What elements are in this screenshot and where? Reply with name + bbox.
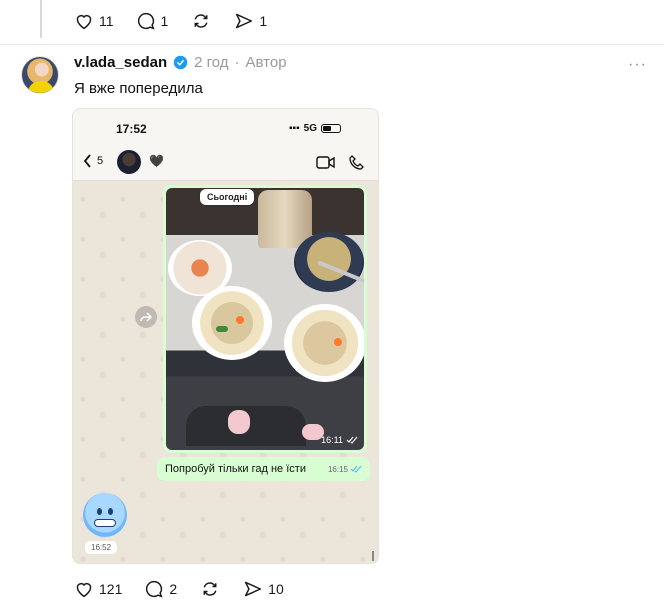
read-ticks-icon xyxy=(346,436,358,444)
top-action-bar: 11 1 1 xyxy=(74,12,267,30)
share-count: 10 xyxy=(268,581,284,597)
repost-icon xyxy=(203,582,217,596)
soup-plate-right xyxy=(284,304,364,382)
read-ticks-icon xyxy=(350,465,362,473)
author-label: Автор xyxy=(245,54,287,71)
emoji-eye xyxy=(108,508,113,515)
video-call-icon xyxy=(316,156,335,169)
phone-clock: 17:52 xyxy=(116,122,147,136)
pot-shape xyxy=(294,232,364,292)
network-indicator: ▪▪▪ 5G xyxy=(289,123,341,134)
avatar-figure xyxy=(28,81,54,93)
sock-shape xyxy=(228,410,250,434)
comment-count: 2 xyxy=(169,581,178,597)
share-count: 1 xyxy=(259,13,268,29)
message-time-label: 16:15 xyxy=(327,464,348,474)
comment-button[interactable]: 2 xyxy=(144,580,177,598)
back-button: 5 xyxy=(83,154,103,168)
post-text: Я вже попередила xyxy=(74,80,203,97)
repost-button[interactable] xyxy=(190,12,212,30)
post-header: v.lada_sedan 2 год · Автор xyxy=(74,54,287,71)
share-button[interactable]: 10 xyxy=(243,580,284,598)
heart-icon xyxy=(76,582,92,598)
photo-message: Сьогодні 16:11 xyxy=(163,185,367,453)
freezing-face-emoji xyxy=(83,493,127,537)
post-time: 2 год xyxy=(194,54,229,71)
signal-icon: ▪▪▪ xyxy=(289,123,300,134)
repost-icon xyxy=(194,14,208,28)
phone-status-bar: 17:52 ▪▪▪ 5G xyxy=(73,109,378,145)
avatar[interactable] xyxy=(21,56,59,94)
herb-garnish xyxy=(216,326,228,332)
contact-avatar xyxy=(117,150,141,174)
username[interactable]: v.lada_sedan xyxy=(74,54,167,71)
message-text: Попробуй тільки гад не їсти xyxy=(165,463,306,475)
emoji-time: 16:52 xyxy=(85,541,118,554)
comment-icon xyxy=(137,12,155,30)
comment-icon xyxy=(146,580,163,598)
like-count: 121 xyxy=(99,581,123,597)
attached-screenshot[interactable]: 17:52 ▪▪▪ 5G 5 🖤 Сьогодні 16:11 Попробуй… xyxy=(72,108,379,564)
post-divider xyxy=(0,44,664,45)
text-message: Попробуй тільки гад не їсти 16:15 xyxy=(157,457,370,481)
like-button[interactable]: 121 xyxy=(74,580,122,598)
like-button[interactable]: 11 xyxy=(74,12,114,30)
thread-line xyxy=(40,0,42,38)
bottom-action-bar: 121 2 10 xyxy=(74,580,284,598)
back-chevron-icon xyxy=(83,154,91,168)
network-type: 5G xyxy=(303,123,317,134)
comment-button[interactable]: 1 xyxy=(136,12,169,30)
share-icon xyxy=(245,581,262,597)
unread-count: 5 xyxy=(97,155,104,167)
emoji-eye xyxy=(97,508,102,515)
photo-time: 16:11 xyxy=(321,435,358,445)
share-icon xyxy=(236,13,253,29)
meta-separator: · xyxy=(234,54,240,71)
message-time: 16:15 xyxy=(328,465,362,474)
date-chip: Сьогодні xyxy=(200,189,255,205)
more-options-button[interactable]: ··· xyxy=(628,56,647,74)
heart-icon xyxy=(76,14,92,30)
share-button[interactable]: 1 xyxy=(234,12,267,30)
forward-icon xyxy=(135,306,157,328)
chat-header: 5 🖤 xyxy=(73,145,378,181)
like-count: 11 xyxy=(99,13,114,29)
verified-icon xyxy=(173,55,188,70)
carrot-slice xyxy=(334,338,342,346)
emoji-mouth xyxy=(94,519,116,527)
phone-icon xyxy=(349,155,364,170)
repost-button[interactable] xyxy=(199,580,221,598)
contact-name-heart: 🖤 xyxy=(149,154,164,168)
battery-icon xyxy=(320,124,341,133)
food-photo: Сьогодні 16:11 xyxy=(166,188,364,450)
carrot-slice xyxy=(236,316,244,324)
soup-plate-left xyxy=(192,286,272,360)
comment-count: 1 xyxy=(160,13,169,29)
photo-time-label: 16:11 xyxy=(321,435,343,445)
scroll-indicator xyxy=(372,551,374,561)
